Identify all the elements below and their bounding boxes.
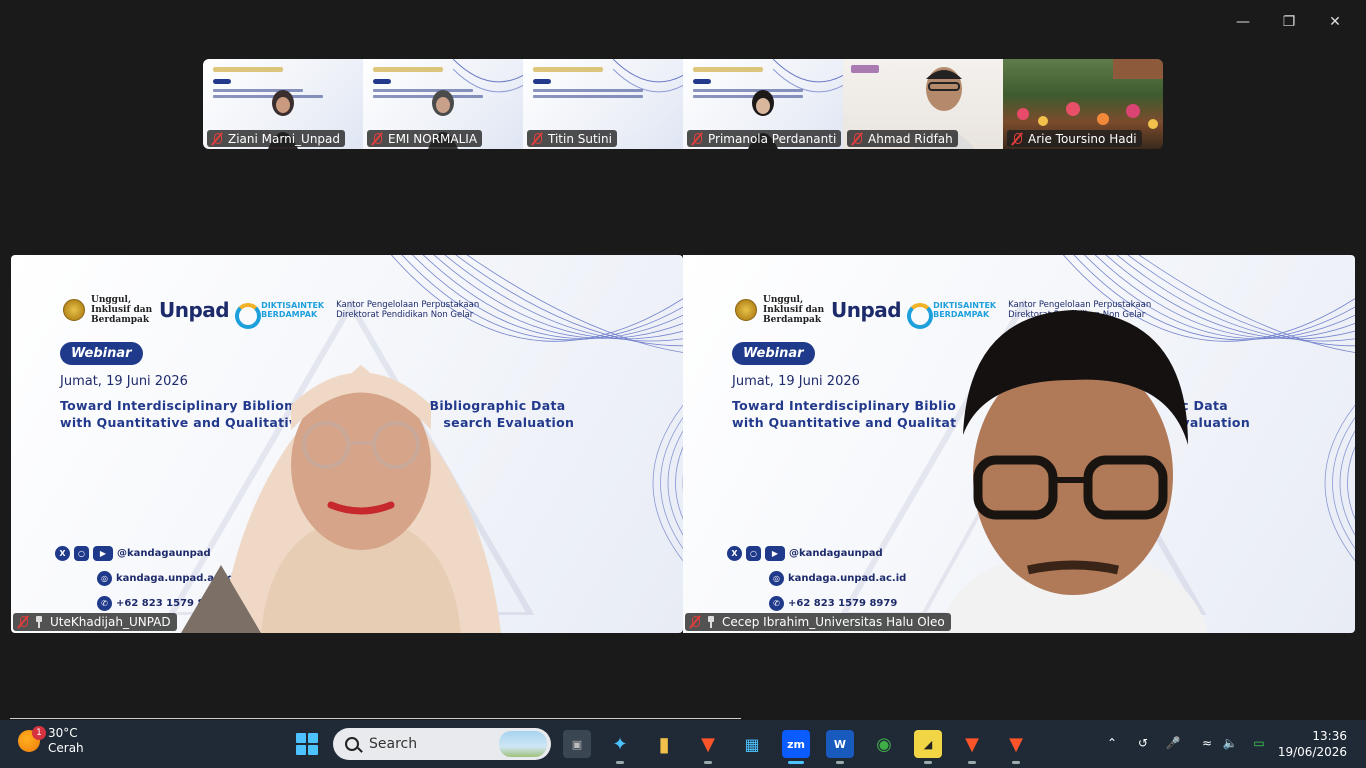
sync-icon[interactable]: ↺ (1134, 734, 1152, 752)
slide-phone-row: ✆ +62 823 1579 8979 (769, 596, 897, 611)
pin-icon (706, 616, 716, 628)
brave-profile-icon[interactable]: ▼ (958, 730, 986, 764)
slide-website-row: ◎ kandaga.unpad.ac.id (769, 571, 906, 586)
participant-name-tag: Ahmad Ridfah (847, 130, 958, 147)
window-controls: — ❐ ✕ (1220, 8, 1358, 36)
dikti-logo-icon (235, 299, 262, 329)
swirl-graphic (613, 59, 683, 93)
participant-name-tag: Ziani Marni_Unpad (207, 130, 346, 147)
youtube-icon: ▶ (765, 546, 785, 561)
instagram-icon: ○ (746, 546, 761, 561)
instagram-icon: ○ (74, 546, 89, 561)
participant-tile[interactable]: Ahmad Ridfah (843, 59, 1003, 149)
dikti-logo-icon (907, 299, 934, 329)
unpad-logo: Unpad (831, 298, 902, 322)
participant-name-tag: Primanola Perdananti (687, 130, 842, 147)
participant-tile[interactable]: EMI NORMALIA (363, 59, 523, 149)
mic-muted-icon (16, 615, 30, 629)
slide-date: Jumat, 19 Juni 2026 (732, 374, 860, 389)
search-icon (345, 737, 359, 751)
microsoft-store-icon[interactable]: ▦ (738, 730, 766, 758)
whatsapp-icon: ✆ (97, 596, 112, 611)
youtube-icon: ▶ (93, 546, 113, 561)
participant-name-tag: Titin Sutini (527, 130, 617, 147)
main-video-left[interactable]: Unggul, Inklusif dan Berdampak Unpad DIK… (11, 255, 683, 633)
webinar-pill: Webinar (60, 342, 143, 365)
participant-tile[interactable]: Ziani Marni_Unpad (203, 59, 363, 149)
slide-logo-row: Unggul, Inklusif dan Berdampak Unpad DIK… (63, 295, 479, 329)
speaker-video-woman (181, 365, 501, 633)
mic-muted-icon (690, 132, 704, 146)
pin-icon (34, 616, 44, 628)
globe-icon: ◎ (769, 571, 784, 586)
system-clock[interactable]: 13:36 19/06/2026 (1278, 728, 1347, 760)
globe-icon: ◎ (97, 571, 112, 586)
mic-muted-icon (210, 132, 224, 146)
notification-badge: 1 (32, 726, 46, 740)
wifi-icon[interactable]: ≈ (1198, 734, 1216, 752)
restore-button[interactable]: ❐ (1266, 8, 1312, 36)
snipping-tool-icon[interactable]: ✦ (606, 730, 634, 764)
participant-name-tag: Arie Toursino Hadi (1007, 130, 1142, 147)
green-app-icon[interactable]: ◉ (870, 730, 898, 758)
sticky-notes-icon[interactable]: ◢ (914, 730, 942, 764)
main-video-right[interactable]: Unggul, Inklusif dan Berdampak Unpad DIK… (683, 255, 1355, 633)
zoom-app-icon[interactable]: zm (782, 730, 810, 764)
swirl-graphic (453, 59, 523, 93)
university-seal-icon (63, 299, 85, 321)
search-highlight-image (499, 731, 547, 757)
participant-strip: Ziani Marni_Unpad EMI NORMALIA Titin Sut… (203, 59, 1163, 149)
participant-tile[interactable]: Arie Toursino Hadi (1003, 59, 1163, 149)
swirl-graphic (773, 59, 843, 93)
mic-muted-icon (1010, 132, 1024, 146)
file-explorer-icon[interactable]: ▮ (650, 730, 678, 758)
brave-browser-icon[interactable]: ▼ (694, 730, 722, 764)
webinar-pill: Webinar (732, 342, 815, 365)
whatsapp-icon: ✆ (769, 596, 784, 611)
speaker-name-tag: UteKhadijah_UNPAD (13, 613, 177, 631)
battery-icon[interactable]: ▭ (1250, 734, 1268, 752)
taskbar: 1 30°C Cerah Search ▣ ✦ ▮ ▼ ▦ zm W ◉ ◢ ▼ … (0, 720, 1366, 768)
x-social-icon: X (727, 546, 742, 561)
start-button[interactable] (296, 733, 318, 755)
mic-muted-icon (370, 132, 384, 146)
taskbar-divider (10, 718, 741, 719)
participant-tile[interactable]: Primanola Perdananti (683, 59, 843, 149)
slide-date: Jumat, 19 Juni 2026 (60, 374, 188, 389)
mic-muted-icon (530, 132, 544, 146)
word-app-icon[interactable]: W (826, 730, 854, 764)
speaker-video-man (938, 310, 1208, 633)
participant-name-tag: EMI NORMALIA (367, 130, 483, 147)
mic-muted-icon (850, 132, 864, 146)
speaker-name-tag: Cecep Ibrahim_Universitas Halu Oleo (685, 613, 951, 631)
x-social-icon: X (55, 546, 70, 561)
unpad-logo: Unpad (159, 298, 230, 322)
microphone-icon[interactable]: 🎤 (1164, 734, 1182, 752)
minimize-button[interactable]: — (1220, 8, 1266, 36)
weather-sun-icon: 1 (18, 726, 46, 752)
task-view-icon[interactable]: ▣ (563, 730, 591, 758)
volume-icon[interactable]: 🔈 (1221, 734, 1239, 752)
slide-social-row: X ○ ▶ @kandagaunpad (727, 546, 883, 561)
close-button[interactable]: ✕ (1312, 8, 1358, 36)
university-seal-icon (735, 299, 757, 321)
brave-beta-icon[interactable]: ▼ (1002, 730, 1030, 764)
participant-tile[interactable]: Titin Sutini (523, 59, 683, 149)
weather-widget[interactable]: 1 30°C Cerah (18, 726, 84, 756)
mic-muted-icon (688, 615, 702, 629)
chevron-up-icon[interactable]: ⌃ (1103, 734, 1121, 752)
taskbar-search[interactable]: Search (333, 728, 551, 760)
